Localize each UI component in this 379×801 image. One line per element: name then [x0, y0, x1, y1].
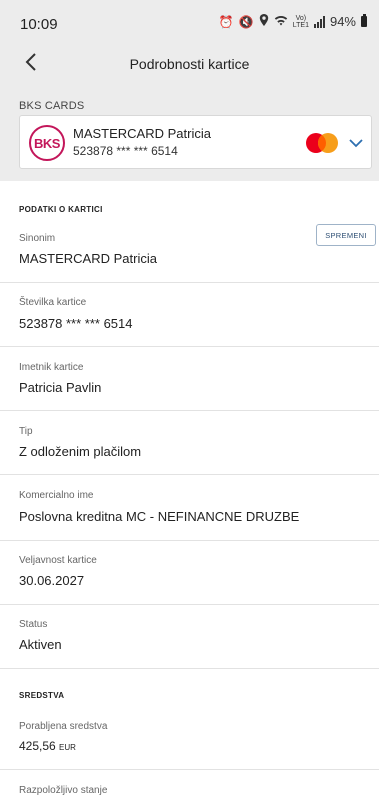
field-value: 425,56 EUR — [19, 739, 76, 753]
funds-title: SREDSTVA — [19, 691, 65, 700]
field-label: Sinonim — [19, 233, 56, 244]
field-label: Razpoložljivo stanje — [19, 785, 108, 796]
field-value: Poslovna kreditna MC - NEFINANCNE DRUZBE — [19, 509, 300, 524]
card-details-title: PODATKI O KARTICI — [19, 205, 103, 214]
field-label: Veljavnost kartice — [19, 555, 97, 566]
field-value: Aktiven — [19, 637, 62, 652]
status-icons: ⏰ 🔇 Vo) LTE1 94% — [219, 14, 367, 29]
bks-logo: BKS — [29, 125, 65, 161]
field-label: Komercialno ime — [19, 490, 94, 501]
field-label: Status — [19, 619, 48, 630]
divider — [0, 410, 379, 411]
card-number: 523878 *** *** 6514 — [73, 144, 178, 158]
field-value: Patricia Pavlin — [19, 380, 102, 395]
mastercard-logo-icon — [306, 133, 338, 153]
header-area: 10:09 ⏰ 🔇 Vo) LTE1 94% Podrobnosti karti… — [0, 0, 379, 181]
field-label: Tip — [19, 426, 33, 437]
field-label: Imetnik kartice — [19, 362, 84, 373]
field-label: Porabljena sredstva — [19, 721, 108, 732]
wifi-icon — [274, 15, 288, 29]
card-selector[interactable]: BKS MASTERCARD Patricia 523878 *** *** 6… — [19, 115, 372, 169]
field-value: Z odloženim plačilom — [19, 444, 142, 459]
alarm-icon: ⏰ — [218, 14, 234, 29]
field-value: 30.06.2027 — [19, 573, 85, 588]
used-currency: EUR — [59, 743, 76, 752]
field-value: 523878 *** *** 6514 — [19, 316, 133, 331]
divider — [0, 540, 379, 541]
field-label: Številka kartice — [19, 297, 87, 308]
location-icon — [259, 14, 269, 29]
page-title: Podrobnosti kartice — [129, 56, 250, 72]
divider — [0, 282, 379, 283]
divider — [0, 668, 379, 669]
signal-icon — [313, 15, 325, 28]
divider — [0, 346, 379, 347]
divider — [0, 769, 379, 770]
nav-bar: Podrobnosti kartice — [0, 44, 379, 84]
battery-icon — [361, 14, 367, 27]
field-value: MASTERCARD Patricia — [19, 251, 157, 266]
mute-icon: 🔇 — [238, 14, 254, 29]
status-bar: 10:09 ⏰ 🔇 Vo) LTE1 94% — [0, 0, 379, 44]
used-amount: 425,56 — [19, 739, 56, 753]
lte-indicator: Vo) LTE1 — [292, 14, 309, 29]
edit-button[interactable]: SPREMENI — [316, 224, 376, 246]
chevron-down-icon[interactable] — [347, 134, 365, 152]
battery-percent: 94% — [329, 14, 356, 29]
card-name: MASTERCARD Patricia — [73, 126, 211, 141]
divider — [0, 604, 379, 605]
divider — [0, 474, 379, 475]
cards-section-label: BKS CARDS — [19, 100, 85, 112]
status-time: 10:09 — [20, 16, 58, 33]
